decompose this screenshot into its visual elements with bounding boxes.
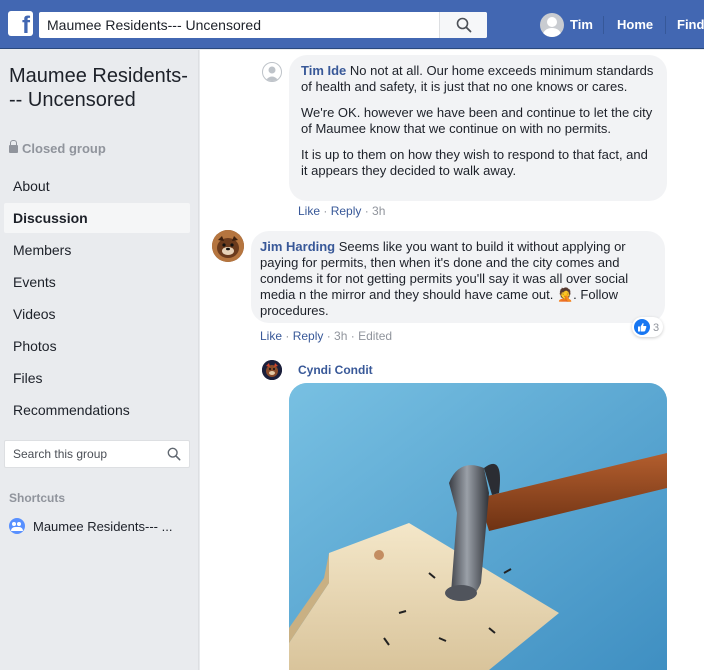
global-search-button[interactable]	[439, 12, 487, 38]
comment-paragraph: Tim Ide No not at all. Our home exceeds …	[301, 63, 655, 95]
global-search-input[interactable]: Maumee Residents--- Uncensored	[39, 12, 487, 38]
commenter-avatar[interactable]	[262, 62, 282, 82]
comment-actions: Like · Reply · 3h	[298, 204, 386, 218]
reaction-count: 3	[653, 322, 660, 334]
discussion-feed: Tim Ide No not at all. Our home exceeds …	[200, 50, 704, 670]
comment-actions: Like · Reply · 3h · Edited	[260, 329, 393, 343]
search-icon	[456, 17, 472, 33]
comment-bubble: Tim Ide No not at all. Our home exceeds …	[289, 55, 667, 201]
edited-label[interactable]: Edited	[358, 329, 392, 343]
nav-divider	[603, 16, 604, 34]
facebook-logo-letter: f	[22, 12, 30, 39]
commenter-avatar[interactable]	[212, 230, 244, 262]
top-bar: f Maumee Residents--- Uncensored Tim Hom…	[0, 0, 704, 49]
sidebar-item-members[interactable]: Members	[4, 235, 190, 265]
comment-text: No not at all. Our home exceeds minimum …	[301, 63, 654, 94]
group-sidebar: Maumee Residents--- Uncensored Closed gr…	[0, 50, 199, 670]
shortcuts-heading: Shortcuts	[9, 491, 66, 505]
comment-timestamp[interactable]: 3h	[334, 329, 347, 343]
shortcut-item-group[interactable]: Maumee Residents--- ...	[9, 518, 172, 534]
group-search-placeholder: Search this group	[13, 447, 108, 461]
sidebar-item-videos[interactable]: Videos	[4, 299, 190, 329]
comment-paragraph: We're OK. however we have been and conti…	[301, 105, 653, 136]
comment-author[interactable]: Tim Ide	[301, 63, 346, 78]
reaction-count-badge[interactable]: 3	[632, 317, 664, 337]
group-title[interactable]: Maumee Residents--- Uncensored	[9, 64, 189, 112]
comment-photo[interactable]	[289, 383, 667, 670]
group-icon	[9, 518, 25, 534]
sidebar-item-discussion[interactable]: Discussion	[4, 203, 190, 233]
commenter-avatar[interactable]	[262, 360, 282, 380]
shortcut-item-label: Maumee Residents--- ...	[33, 519, 173, 534]
comment-bubble: Jim Harding Seems like you want to build…	[251, 231, 665, 323]
group-privacy-label: Closed group	[22, 141, 106, 156]
comment-author[interactable]: Jim Harding	[260, 239, 335, 254]
nav-divider	[665, 16, 666, 34]
sidebar-item-files[interactable]: Files	[4, 363, 190, 393]
like-link[interactable]: Like	[298, 204, 320, 218]
reply-link[interactable]: Reply	[293, 329, 324, 343]
comment-author[interactable]: Cyndi Condit	[298, 363, 373, 377]
like-reaction-icon	[634, 319, 650, 335]
like-link[interactable]: Like	[260, 329, 282, 343]
sidebar-item-recommendations[interactable]: Recommendations	[4, 395, 190, 425]
search-icon[interactable]	[167, 447, 181, 461]
reply-link[interactable]: Reply	[331, 204, 362, 218]
lock-icon	[9, 140, 18, 153]
sidebar-item-about[interactable]: About	[4, 171, 190, 201]
facebook-logo[interactable]: f	[8, 11, 33, 39]
user-avatar-icon[interactable]	[540, 13, 564, 37]
hammer-on-wood-image	[289, 383, 667, 670]
comment-timestamp[interactable]: 3h	[372, 204, 385, 218]
comment-paragraph: It is up to them on how they wish to res…	[301, 147, 648, 178]
mascot-avatar-icon	[262, 360, 282, 380]
sidebar-item-photos[interactable]: Photos	[4, 331, 190, 361]
global-search-value: Maumee Residents--- Uncensored	[47, 17, 261, 33]
default-avatar-icon	[265, 66, 279, 81]
group-privacy: Closed group	[9, 140, 106, 156]
sidebar-item-events[interactable]: Events	[4, 267, 190, 297]
bulldog-avatar-icon	[212, 230, 244, 262]
group-search-input[interactable]: Search this group	[4, 440, 190, 468]
